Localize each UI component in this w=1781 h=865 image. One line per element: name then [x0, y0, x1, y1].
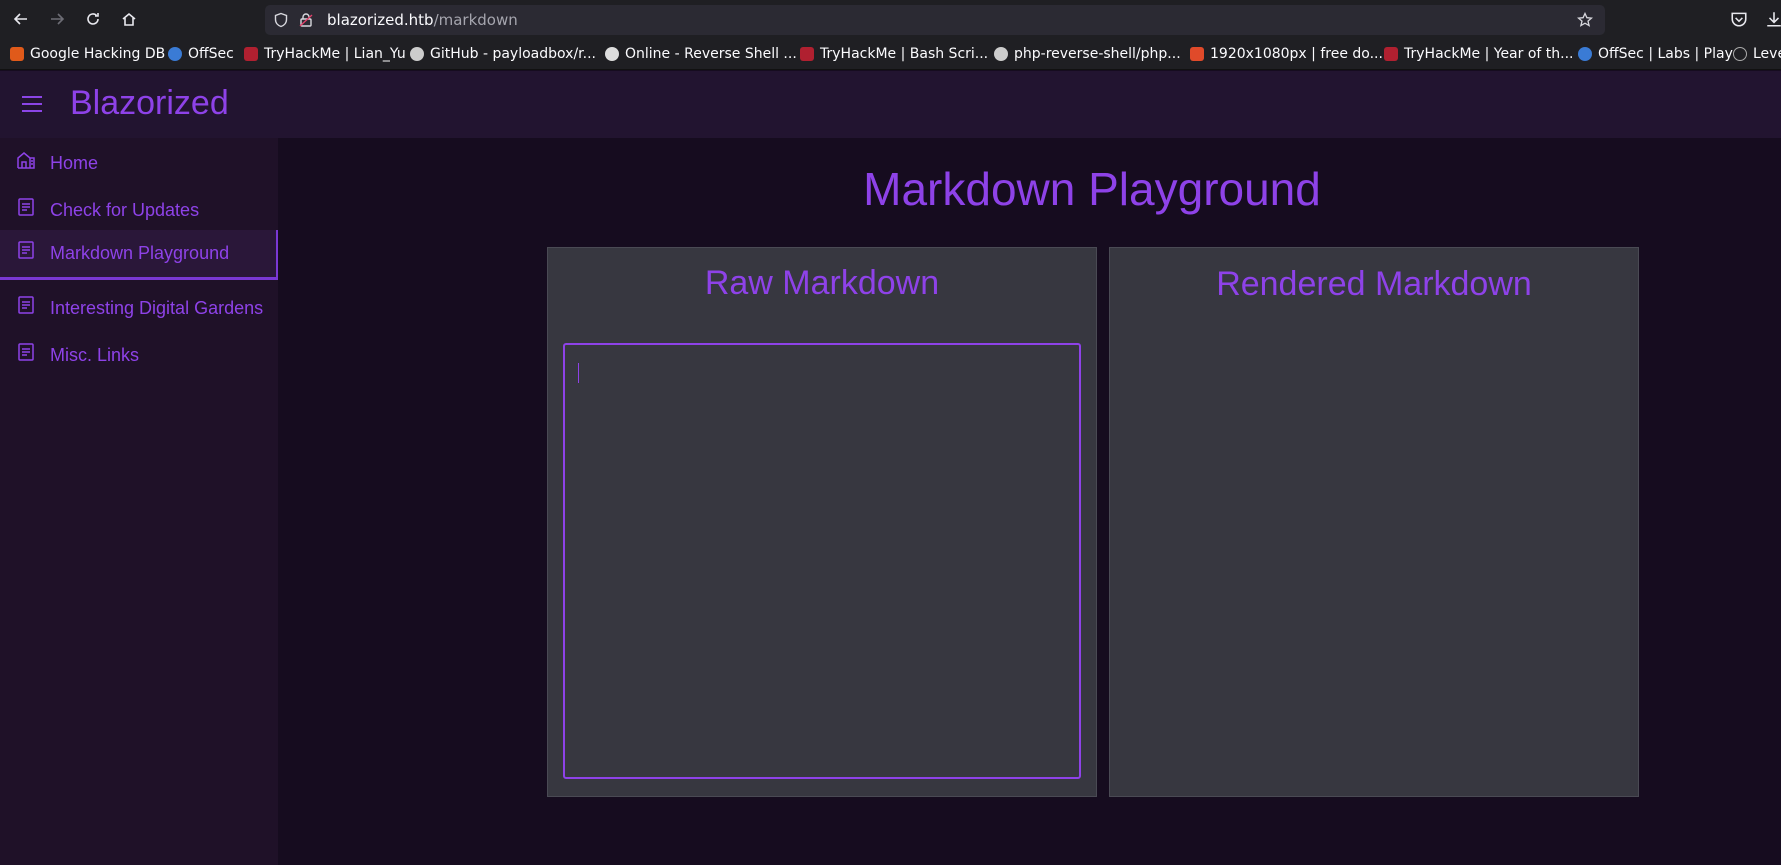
- globe-icon: [1733, 47, 1747, 61]
- bookmark-label: Leve: [1753, 46, 1781, 62]
- main-content: Markdown Playground Raw Markdown Rendere…: [278, 138, 1781, 865]
- bookmark-item[interactable]: 1920x1080px | free do...: [1190, 46, 1383, 62]
- document-icon: [18, 343, 34, 361]
- raw-markdown-title: Raw Markdown: [704, 264, 940, 302]
- document-icon: [18, 296, 34, 314]
- github-icon: [410, 47, 424, 61]
- markdown-input[interactable]: [563, 343, 1081, 779]
- bookmark-favicon-icon: [10, 47, 24, 61]
- bookmark-item[interactable]: php-reverse-shell/php...: [994, 46, 1181, 62]
- bookmark-item[interactable]: Google Hacking DB: [10, 46, 165, 62]
- forward-arrow-icon[interactable]: [45, 7, 69, 31]
- sidebar-item-interesting-digital-gardens[interactable]: Interesting Digital Gardens: [0, 285, 278, 331]
- url-path: /markdown: [433, 11, 518, 29]
- reload-icon[interactable]: [81, 7, 105, 31]
- star-icon[interactable]: [1577, 12, 1593, 28]
- bookmark-item[interactable]: TryHackMe | Year of th...: [1384, 46, 1574, 62]
- url-text[interactable]: blazorized.htb/markdown: [327, 11, 518, 29]
- app-header: Blazorized: [0, 71, 1781, 138]
- lock-icon[interactable]: [298, 12, 314, 28]
- url-host: blazorized.htb: [327, 11, 434, 29]
- bookmark-item[interactable]: OffSec: [168, 46, 234, 62]
- bookmark-label: 1920x1080px | free do...: [1210, 46, 1383, 62]
- document-icon: [18, 241, 34, 259]
- sidebar-item-markdown-playground[interactable]: Markdown Playground: [0, 230, 278, 280]
- hamburger-menu-icon[interactable]: [22, 95, 42, 113]
- skull-icon: [605, 47, 619, 61]
- bookmark-label: GitHub - payloadbox/r...: [430, 46, 596, 62]
- raw-markdown-panel: Raw Markdown: [547, 247, 1097, 797]
- pocket-icon[interactable]: [1730, 10, 1748, 28]
- sidebar-item-label: Misc. Links: [50, 345, 140, 365]
- download-icon[interactable]: [1765, 10, 1781, 28]
- github-icon: [994, 47, 1008, 61]
- sidebar: Home Check for Updates Markdown Playgrou…: [0, 138, 278, 865]
- bookmark-label: TryHackMe | Lian_Yu: [264, 46, 406, 62]
- bookmark-favicon-icon: [1578, 47, 1592, 61]
- back-arrow-icon[interactable]: [9, 7, 33, 31]
- bookmark-label: OffSec: [188, 46, 234, 62]
- bookmark-label: TryHackMe | Bash Scri...: [820, 46, 989, 62]
- bookmark-item[interactable]: GitHub - payloadbox/r...: [410, 46, 596, 62]
- browser-toolbar: blazorized.htb/markdown: [0, 0, 1781, 38]
- bookmark-label: Online - Reverse Shell ...: [625, 46, 797, 62]
- bookmark-item[interactable]: Online - Reverse Shell ...: [605, 46, 797, 62]
- bookmark-label: TryHackMe | Year of th...: [1404, 46, 1574, 62]
- bookmarks-bar: Google Hacking DB OffSec TryHackMe | Lia…: [0, 38, 1781, 70]
- bookmark-favicon-icon: [1384, 47, 1398, 61]
- brand-title[interactable]: Blazorized: [70, 84, 229, 123]
- bookmark-label: php-reverse-shell/php...: [1014, 46, 1181, 62]
- bookmark-favicon-icon: [800, 47, 814, 61]
- sidebar-item-label: Markdown Playground: [50, 243, 230, 263]
- bookmark-favicon-icon: [244, 47, 258, 61]
- shield-icon[interactable]: [273, 12, 289, 28]
- bookmark-item[interactable]: TryHackMe | Bash Scri...: [800, 46, 988, 62]
- url-bar[interactable]: blazorized.htb/markdown: [265, 5, 1605, 35]
- sidebar-item-label: Interesting Digital Gardens: [50, 298, 264, 318]
- page-title: Markdown Playground: [863, 163, 1321, 215]
- bookmark-label: Google Hacking DB: [30, 46, 166, 62]
- home-icon[interactable]: [117, 7, 141, 31]
- bookmark-favicon-icon: [1190, 47, 1204, 61]
- bookmark-item[interactable]: OffSec | Labs | Play: [1578, 46, 1733, 62]
- sidebar-item-misc-links[interactable]: Misc. Links: [0, 332, 278, 378]
- rendered-markdown-panel: Rendered Markdown: [1109, 247, 1639, 797]
- rendered-markdown-title: Rendered Markdown: [1216, 265, 1532, 303]
- bookmark-label: OffSec | Labs | Play: [1598, 46, 1733, 62]
- text-caret: [578, 363, 579, 383]
- bookmark-item[interactable]: TryHackMe | Lian_Yu: [244, 46, 406, 62]
- bookmark-item[interactable]: Leve: [1733, 46, 1781, 62]
- bookmark-favicon-icon: [168, 47, 182, 61]
